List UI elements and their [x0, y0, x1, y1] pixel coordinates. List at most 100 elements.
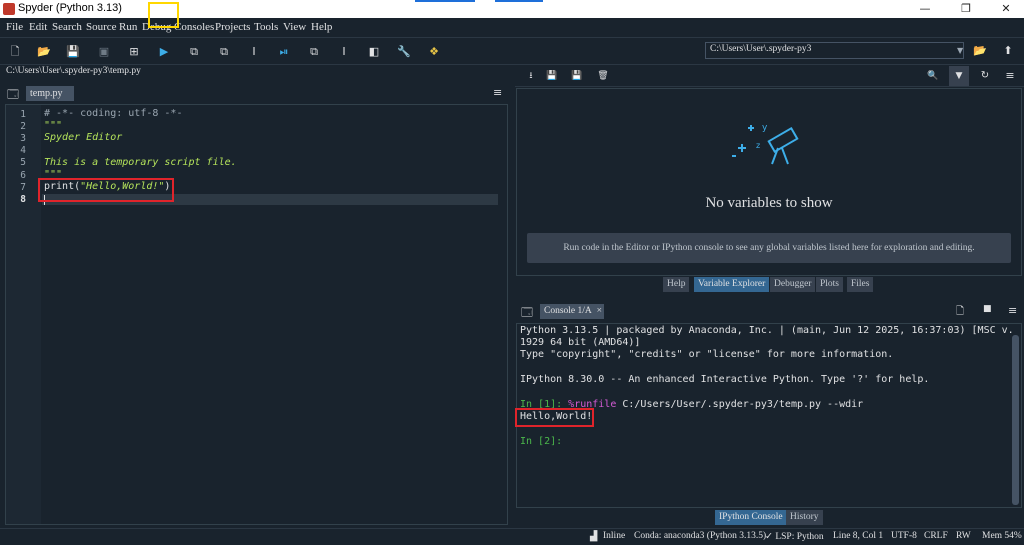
run-cell-icon[interactable]: ⧉ — [184, 42, 204, 62]
print-line-highlight — [38, 178, 174, 202]
close-tab-icon[interactable]: × — [597, 306, 602, 316]
search-icon[interactable]: 🔍 — [923, 66, 943, 86]
editor-options-menu-icon[interactable]: ≡ — [493, 86, 502, 99]
save-data-as-icon[interactable]: 💾 — [567, 66, 587, 86]
parent-directory-icon[interactable]: ⬆ — [998, 41, 1018, 61]
browse-consoles-icon[interactable]: 🗔 — [521, 304, 533, 323]
preferences-wrench-icon[interactable]: 🔧 — [394, 42, 414, 62]
filter-icon[interactable]: ▼ — [949, 66, 969, 86]
run-button-highlight — [148, 2, 179, 28]
code-line-5: This is a temporary script file. — [44, 157, 237, 168]
tab-temp-py[interactable]: temp.py × — [26, 86, 74, 114]
line-number: 4 — [20, 145, 26, 156]
new-cell-icon[interactable]: ⊞ — [124, 42, 144, 62]
svg-text:z: z — [756, 141, 760, 150]
tab-label: Console 1/A — [544, 306, 592, 316]
save-data-icon[interactable]: 💾 — [542, 66, 562, 86]
line-number: 5 — [20, 157, 26, 168]
browse-tabs-icon[interactable]: 🗔 — [7, 86, 19, 105]
menu-edit[interactable]: Edit — [29, 21, 47, 33]
line-number: 6 — [20, 170, 26, 181]
editor-tab-bar — [0, 83, 511, 103]
titlebar-accent — [495, 0, 543, 2]
save-icon[interactable]: 💾 — [63, 42, 83, 62]
line-number: 3 — [20, 133, 26, 144]
tab-plots[interactable]: Plots — [816, 277, 844, 292]
window-title: Spyder (Python 3.13) — [18, 2, 122, 14]
save-all-icon[interactable]: ▣ — [94, 42, 114, 62]
status-mode: RW — [956, 531, 971, 541]
remove-all-variables-icon[interactable]: 🗑 — [593, 66, 613, 86]
run-file-icon[interactable]: ▶ — [154, 42, 174, 62]
python-path-manager-icon[interactable]: ❖ — [424, 42, 444, 62]
line-number: 2 — [20, 121, 26, 132]
console-command: C:/Users/User/.spyder-py3/temp.py --wdir — [616, 399, 864, 410]
console-banner-line: Python 3.13.5 | packaged by Anaconda, In… — [520, 325, 1014, 336]
console-banner-line: Type "copyright", "credits" or "license"… — [520, 349, 894, 360]
code-line-2: """ — [44, 120, 63, 131]
maximize-pane-icon[interactable]: ◧ — [364, 42, 384, 62]
tab-variable-explorer[interactable]: Variable Explorer — [694, 277, 770, 292]
variable-explorer-toolbar: ⭳ 💾 💾 🗑 🔍 ▼ ↻ ≡ — [515, 65, 1024, 87]
new-file-icon[interactable]: 🗋 — [5, 42, 25, 62]
status-memory: Mem 54% — [982, 531, 1022, 541]
titlebar-accent — [415, 0, 475, 2]
tab-help[interactable]: Help — [663, 277, 690, 292]
menu-source[interactable]: Source — [86, 21, 117, 33]
console-banner-line: IPython 8.30.0 -- An enhanced Interactiv… — [520, 374, 930, 385]
menu-help[interactable]: Help — [311, 21, 332, 33]
menu-run[interactable]: Run — [119, 21, 137, 33]
variable-explorer-options-icon[interactable]: ≡ — [1000, 66, 1020, 86]
open-file-icon[interactable]: 📂 — [34, 42, 54, 62]
minimize-button[interactable]: — — [910, 1, 940, 17]
debug-file-icon[interactable]: ⏯ — [274, 42, 294, 62]
console-scrollbar[interactable] — [1012, 335, 1019, 505]
telescope-icon: y z — [732, 123, 799, 165]
import-data-icon[interactable]: ⭳ — [521, 66, 541, 86]
run-selection-icon[interactable]: I — [244, 42, 264, 62]
code-line-1: # -*- coding: utf-8 -*- — [44, 108, 183, 119]
tab-files[interactable]: Files — [847, 277, 874, 292]
menu-tools[interactable]: Tools — [254, 21, 278, 33]
run-cell-advance-icon[interactable]: ⧉ — [214, 42, 234, 62]
empty-state-hint: Run code in the Editor or IPython consol… — [527, 233, 1011, 263]
chart-icon: ▟ — [590, 532, 598, 542]
empty-state-message: No variables to show — [705, 195, 833, 211]
tab-console-1a[interactable]: Console 1/A × — [540, 304, 604, 319]
svg-text:y: y — [762, 123, 768, 133]
status-lsp[interactable]: ✓ LSP: Python — [765, 531, 824, 542]
console-prompt: In [2]: — [520, 436, 563, 447]
menu-consoles[interactable]: Consoles — [174, 21, 214, 33]
status-inline[interactable]: Inline — [603, 531, 625, 541]
output-highlight — [515, 408, 594, 427]
debug-selection-icon[interactable]: I — [334, 42, 354, 62]
working-directory-combo[interactable]: C:\Users\User\.spyder-py3 — [705, 42, 964, 59]
maximize-button[interactable]: ❐ — [951, 1, 981, 17]
chevron-down-icon[interactable]: ▼ — [957, 46, 963, 55]
line-number: 1 — [20, 109, 26, 120]
menu-projects[interactable]: Projects — [215, 21, 250, 33]
tab-ipython-console[interactable]: IPython Console — [715, 510, 787, 525]
status-encoding: UTF-8 — [891, 531, 917, 541]
status-eol: CRLF — [924, 531, 948, 541]
console-banner-line: 1929 64 bit (AMD64)] — [520, 337, 641, 348]
browse-directory-icon[interactable]: 📂 — [970, 41, 990, 61]
debug-cell-icon[interactable]: ⧉ — [304, 42, 324, 62]
code-line-3: Spyder Editor — [44, 132, 123, 143]
tab-debugger[interactable]: Debugger — [770, 277, 816, 292]
refresh-icon[interactable]: ↻ — [975, 66, 995, 86]
editor-file-path: C:\Users\User\.spyder-py3\temp.py — [6, 66, 141, 76]
status-conda[interactable]: Conda: anaconda3 (Python 3.13.5) — [634, 531, 766, 541]
menu-view[interactable]: View — [283, 21, 306, 33]
close-window-button[interactable]: ✕ — [991, 1, 1021, 17]
menu-search[interactable]: Search — [52, 21, 82, 33]
spyder-app-icon — [3, 3, 15, 15]
stop-execution-icon[interactable]: ■ — [983, 304, 992, 314]
tab-history[interactable]: History — [786, 510, 823, 525]
tab-label: temp.py — [30, 88, 63, 99]
status-position: Line 8, Col 1 — [833, 531, 884, 541]
console-options-menu-icon[interactable]: ≡ — [1008, 304, 1017, 317]
clear-console-icon[interactable]: 🗋 — [956, 304, 964, 321]
line-number: 7 — [20, 182, 26, 193]
menu-file[interactable]: File — [6, 21, 23, 33]
